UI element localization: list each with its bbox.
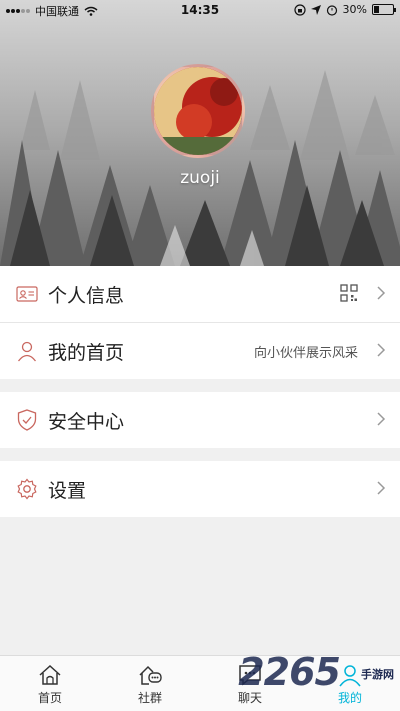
watermark-suffix: 手游网 bbox=[361, 668, 394, 681]
menu-item-my-homepage[interactable]: 我的首页 向小伙伴展示风采 bbox=[0, 323, 400, 379]
watermark-logo: 2265 bbox=[238, 650, 341, 694]
lock-rotation-icon bbox=[293, 3, 306, 16]
menu-subtitle: 向小伙伴展示风采 bbox=[253, 345, 358, 361]
menu-item-security-center[interactable]: 安全中心 bbox=[0, 392, 400, 448]
menu-item-settings[interactable]: 设置 bbox=[0, 461, 400, 517]
qr-code-icon[interactable] bbox=[340, 284, 358, 306]
menu-group-security: 安全中心 bbox=[0, 392, 400, 448]
battery-icon bbox=[372, 4, 396, 15]
tab-label: 首页 bbox=[37, 691, 62, 705]
chevron-right-icon bbox=[376, 342, 386, 362]
chevron-right-icon bbox=[376, 411, 386, 431]
tab-community[interactable]: 社群 bbox=[100, 656, 200, 711]
tab-home[interactable]: 首页 bbox=[0, 656, 100, 711]
person-icon bbox=[16, 340, 38, 362]
tab-label: 我的 bbox=[337, 691, 362, 705]
profile-header: zuoji bbox=[0, 0, 400, 266]
menu-label: 设置 bbox=[48, 479, 87, 502]
tab-bar: 首页 社群 聊天 我的 bbox=[0, 655, 400, 711]
menu-group-settings: 设置 bbox=[0, 461, 400, 517]
status-bar: 中国联通 14:35 30% bbox=[0, 0, 400, 20]
menu-group-profile: 个人信息 我的首页 向小伙伴展示风采 bbox=[0, 266, 400, 379]
chevron-right-icon bbox=[376, 480, 386, 500]
battery-percent: 30% bbox=[342, 3, 367, 16]
chevron-right-icon bbox=[376, 285, 386, 305]
menu-label: 个人信息 bbox=[48, 284, 125, 307]
community-icon bbox=[139, 665, 162, 685]
tab-label: 社群 bbox=[137, 691, 162, 705]
menu-label: 安全中心 bbox=[48, 410, 125, 433]
user-icon bbox=[339, 665, 361, 687]
gear-icon bbox=[16, 478, 38, 500]
home-icon bbox=[39, 664, 61, 685]
id-card-icon bbox=[16, 283, 38, 305]
avatar-image bbox=[154, 67, 242, 155]
location-icon bbox=[310, 4, 321, 15]
menu-item-personal-info[interactable]: 个人信息 bbox=[0, 266, 400, 322]
alarm-icon bbox=[326, 4, 337, 16]
username: zuoji bbox=[180, 168, 220, 188]
avatar[interactable] bbox=[151, 64, 245, 158]
shield-icon bbox=[16, 409, 38, 431]
menu-label: 我的首页 bbox=[48, 341, 125, 364]
